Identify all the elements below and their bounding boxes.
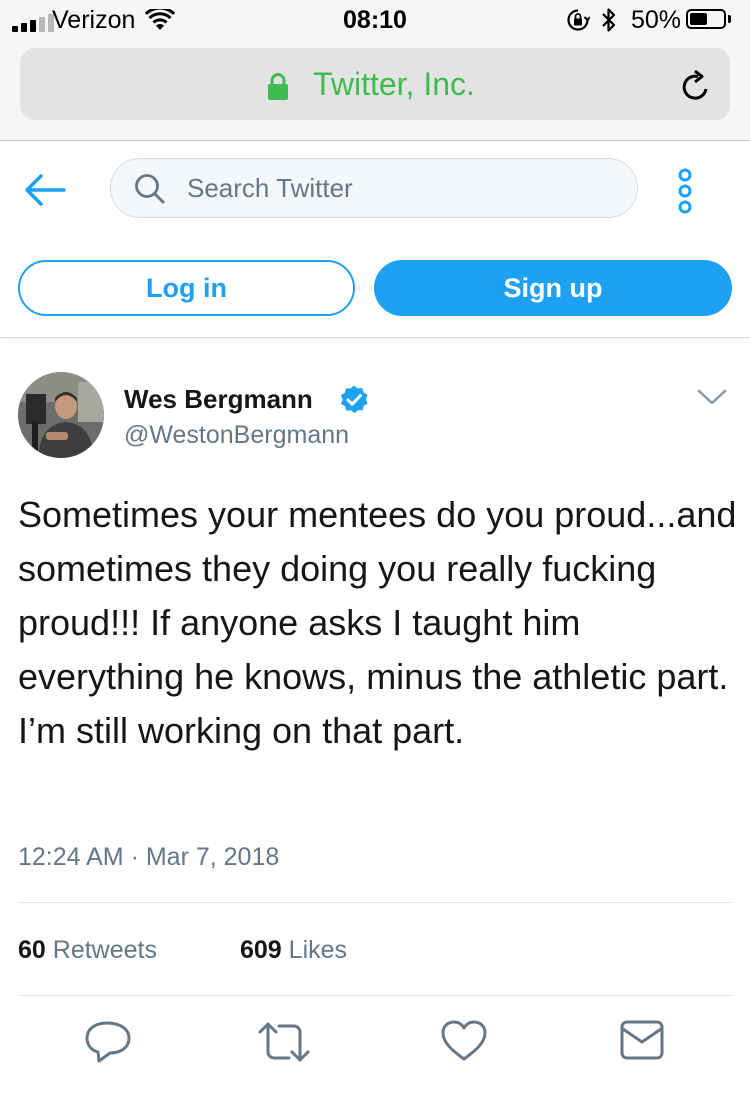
- back-arrow-icon[interactable]: [24, 173, 66, 207]
- display-name[interactable]: Wes Bergmann: [124, 384, 313, 415]
- verified-icon: [340, 385, 368, 414]
- sign-up-button[interactable]: Sign up: [374, 260, 732, 316]
- divider: [18, 995, 732, 996]
- bluetooth-icon: [602, 8, 616, 32]
- chevron-down-icon[interactable]: [697, 388, 727, 406]
- battery-percentage: 50%: [631, 6, 682, 34]
- retweet-icon[interactable]: [256, 1020, 312, 1064]
- battery-tip: [728, 15, 731, 23]
- log-in-button[interactable]: Log in: [18, 260, 355, 316]
- likes-count: 609: [240, 936, 282, 964]
- likes-label: Likes: [288, 936, 348, 964]
- avatar[interactable]: [18, 372, 104, 458]
- tweet-timestamp[interactable]: 12:24 AM · Mar 7, 2018: [18, 843, 279, 872]
- retweets-label: Retweets: [52, 936, 157, 964]
- address-bar[interactable]: Twitter, Inc.: [20, 48, 730, 120]
- reload-icon[interactable]: [680, 69, 712, 103]
- search-input[interactable]: Search Twitter: [110, 158, 638, 218]
- likes-stat[interactable]: 609 Likes: [240, 936, 347, 965]
- tweet-text: Sometimes your mentees do you proud...an…: [18, 494, 737, 751]
- rotation-lock-icon: [567, 9, 590, 31]
- battery-icon: [686, 9, 726, 29]
- user-handle[interactable]: @WestonBergmann: [124, 421, 349, 450]
- twitter-header: Search Twitter Log in Sign up: [0, 141, 750, 338]
- retweets-stat[interactable]: 60 Retweets: [18, 936, 157, 965]
- browser-toolbar: Twitter, Inc.: [0, 40, 750, 141]
- more-icon[interactable]: [676, 168, 694, 214]
- reply-icon[interactable]: [85, 1020, 131, 1064]
- retweets-count: 60: [18, 936, 46, 964]
- search-icon: [135, 174, 165, 204]
- message-icon[interactable]: [620, 1020, 664, 1060]
- status-bar: Verizon 08:10 50%: [0, 0, 750, 40]
- like-icon[interactable]: [441, 1020, 487, 1062]
- address-bar-text: Twitter, Inc.: [313, 66, 475, 102]
- search-placeholder: Search Twitter: [187, 173, 353, 203]
- divider: [18, 902, 732, 903]
